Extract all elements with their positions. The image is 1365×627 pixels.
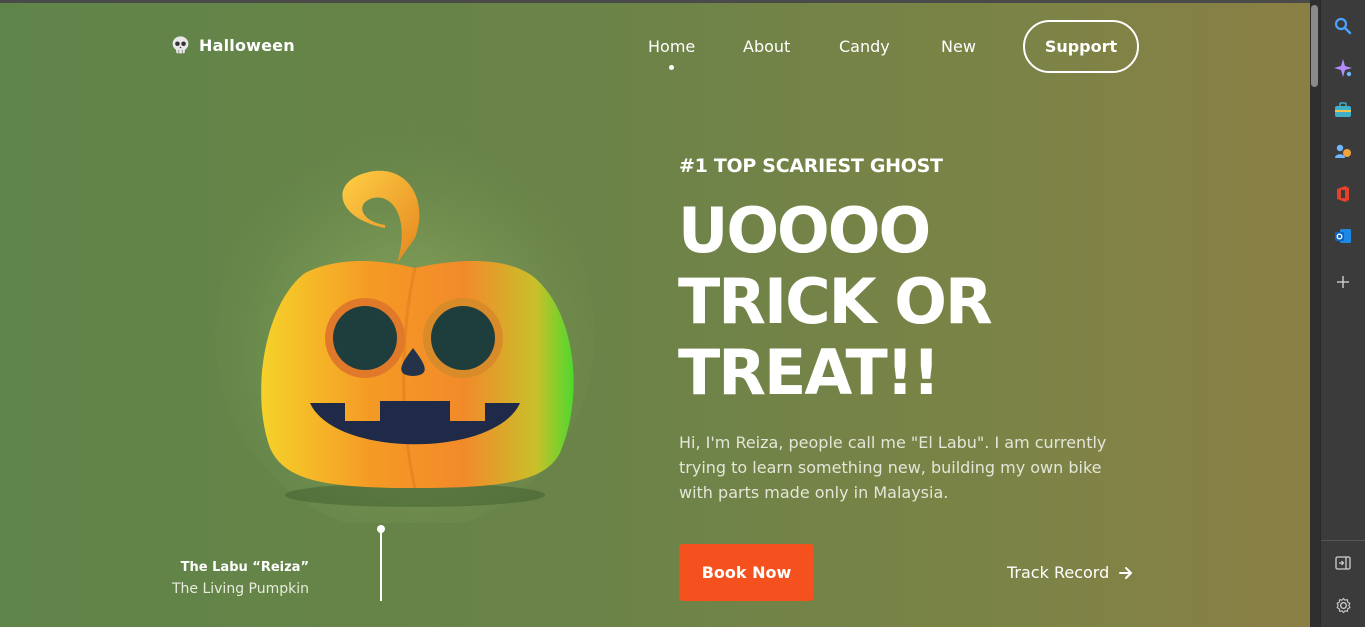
people-icon[interactable] [1332, 141, 1354, 163]
brand[interactable]: Halloween [170, 35, 295, 56]
office-icon[interactable] [1332, 183, 1354, 205]
headline-line-2: TRICK OR [678, 265, 993, 338]
track-record-label: Track Record [1007, 563, 1110, 582]
headline-line-3: TREAT!! [678, 336, 940, 409]
add-icon[interactable] [1332, 271, 1354, 293]
arrow-right-icon [1119, 566, 1133, 579]
outlook-icon[interactable] [1332, 225, 1354, 247]
pumpkin-illustration [215, 133, 595, 523]
nav-new[interactable]: New [941, 37, 976, 56]
brand-name: Halloween [199, 36, 295, 55]
landing-page: Halloween Home About Candy New Support T… [0, 0, 1310, 627]
nav-about[interactable]: About [743, 37, 790, 56]
copilot-icon[interactable] [1332, 57, 1354, 79]
sidebar-divider [1321, 540, 1365, 541]
hero-headline: UOOOO TRICK OR TREAT!! [678, 194, 993, 409]
support-button[interactable]: Support [1023, 20, 1139, 73]
settings-icon[interactable] [1332, 594, 1354, 616]
nav-candy[interactable]: Candy [839, 37, 890, 56]
search-icon[interactable] [1332, 15, 1354, 37]
hero-kicker: #1 TOP SCARIEST GHOST [679, 155, 943, 177]
tools-icon[interactable] [1332, 99, 1354, 121]
track-record-link[interactable]: Track Record [1007, 563, 1133, 582]
page-scrollbar[interactable] [1310, 0, 1320, 627]
nav-active-indicator [669, 65, 674, 70]
split-screen-icon[interactable] [1332, 552, 1354, 574]
scrollbar-thumb[interactable] [1311, 5, 1318, 87]
skull-icon [172, 36, 189, 54]
browser-sidebar [1320, 0, 1365, 627]
character-subtitle: The Living Pumpkin [171, 581, 309, 597]
nav-home[interactable]: Home [648, 37, 695, 56]
book-now-button[interactable]: Book Now [679, 544, 814, 601]
character-name: The Labu “Reiza” [180, 560, 309, 575]
hero-description: Hi, I'm Reiza, people call me "El Labu".… [679, 433, 1107, 502]
headline-line-1: UOOOO [678, 194, 931, 267]
caption-line [380, 531, 382, 601]
